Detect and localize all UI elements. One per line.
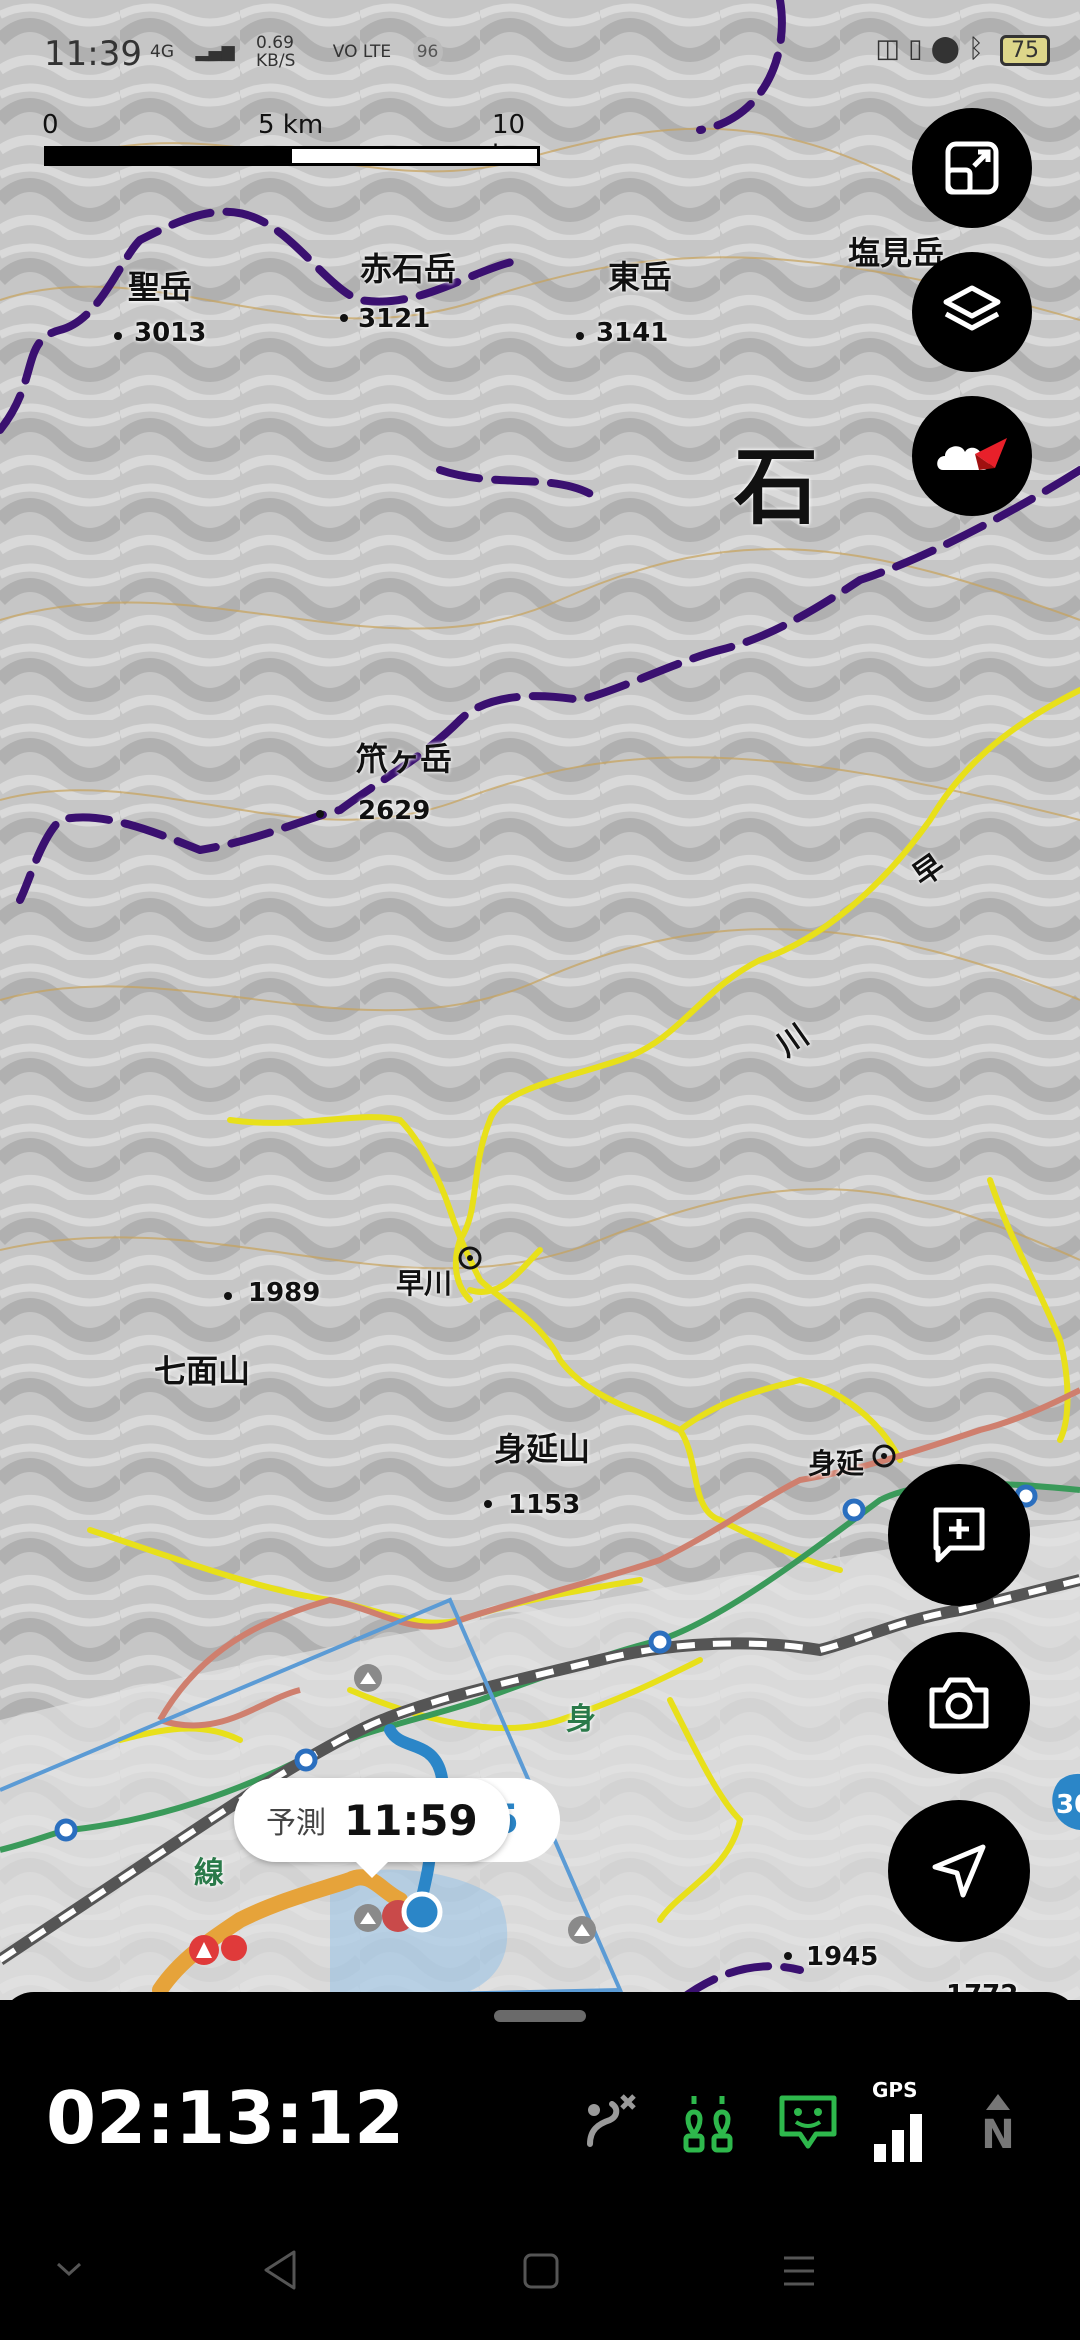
battery-indicator: 75 [1000,35,1050,66]
peak-elevation: 3013 [134,318,207,348]
rail-line-label: 線 [194,1856,224,1891]
elapsed-time: 02:13:12 [46,2076,405,2160]
scale-label-5km: 5 km [258,110,324,140]
peak-name: 笊ヶ岳 [356,740,453,778]
layers-icon [943,285,1001,331]
camera-button[interactable] [888,1632,1030,1774]
rail-line-label: 身 [566,1702,596,1737]
gps-signal-icon[interactable] [870,2104,934,2168]
signal-icon: 4G ▂▄▆ [150,42,235,62]
map-view[interactable]: 11:39 4G ▂▄▆ 0.69 KB/S VO LTE 96 ◫ ▯ ⬤ ᛒ … [0,0,1080,2000]
peak-name: 塩見岳 [848,234,945,272]
pins-icon[interactable] [678,2090,742,2154]
network-label: 4G [150,42,174,62]
navigation-arrow-icon [932,1844,986,1898]
prediction-time: 11:59 [344,1795,478,1845]
frame-icon [945,141,999,195]
peak-elevation: 2629 [358,796,431,826]
notification-badge: 96 [412,37,443,67]
gps-label: GPS [872,2078,918,2102]
peak-name: 赤石岳 [360,250,457,288]
cloud-arrow-icon [937,438,1007,470]
peak-elevation: 1989 [248,1278,321,1308]
north-up-icon[interactable]: N [966,2090,1030,2154]
system-nav-bar [0,2230,1080,2340]
status-right-icons: ◫ ▯ ⬤ ᛒ 75 [875,34,1050,66]
home-icon[interactable] [522,2252,560,2290]
layers-button[interactable] [912,252,1032,372]
peak-name: 身延山 [494,1430,591,1468]
menu-icon[interactable] [780,2254,818,2288]
nfc-icon: ◫ [875,34,900,64]
prediction-label: 予測 [266,1806,326,1841]
location-icon: ⬤ [930,34,960,64]
peak-elevation: 1153 [508,1490,581,1520]
frame-button[interactable] [912,108,1032,228]
back-icon[interactable] [260,2248,300,2292]
route-off-icon[interactable] [578,2090,642,2154]
status-left-icons: 4G ▂▄▆ 0.69 KB/S VO LTE 96 [150,34,459,70]
scale-label-0: 0 [42,110,59,140]
route-number-label: 30 [1056,1790,1080,1820]
peak-elevation: 3141 [596,318,669,348]
speed-unit: KB/S [256,51,296,71]
gps-mode-button[interactable] [912,396,1032,516]
peak-name: 七面山 [154,1352,251,1390]
peak-elevation: 3121 [358,304,431,334]
add-note-button[interactable] [888,1464,1030,1606]
peak-name: 東岳 [608,258,673,296]
camera-icon [929,1677,989,1729]
chat-face-icon[interactable] [776,2090,840,2154]
vibrate-icon: ▯ [908,34,923,64]
navigate-button[interactable] [888,1800,1030,1942]
add-comment-icon [933,1507,985,1563]
volte-icon: VO LTE [332,42,392,62]
town-label: 早川 [396,1267,453,1300]
town-label: 身延 [808,1447,865,1480]
collapse-icon[interactable] [54,2260,84,2280]
bluetooth-icon: ᛒ [968,34,984,64]
svg-text:N: N [981,2112,1014,2154]
scale-bar-graphic [44,146,540,166]
region-label: 石 [734,438,819,536]
status-time: 11:39 [44,34,142,74]
speed-value: 0.69 [256,33,294,53]
drag-handle[interactable] [494,2010,586,2022]
peak-elevation: 1945 [806,1942,879,1972]
speed-indicator: 0.69 KB/S [256,34,311,70]
prediction-bubble[interactable]: 予測 11:59 [234,1778,510,1878]
status-bar: 11:39 4G ▂▄▆ 0.69 KB/S VO LTE 96 ◫ ▯ ⬤ ᛒ … [0,0,1080,110]
peak-name: 聖岳 [128,268,193,306]
